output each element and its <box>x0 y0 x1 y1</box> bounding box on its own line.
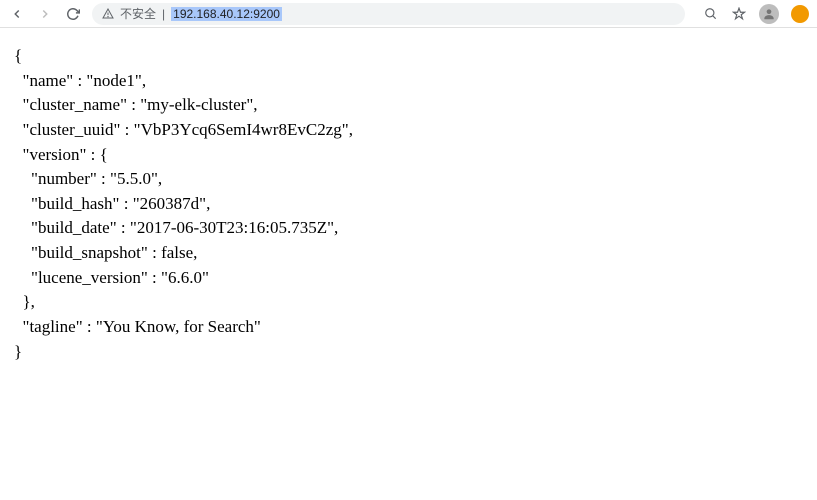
bookmark-icon[interactable] <box>731 6 747 22</box>
browser-toolbar: 不安全 | 192.168.40.12:9200 <box>0 0 817 28</box>
json-version-number: 5.5.0 <box>117 169 151 188</box>
json-build-hash: 260387d <box>140 194 200 213</box>
forward-button[interactable] <box>36 5 54 23</box>
url-text: 192.168.40.12:9200 <box>171 7 282 21</box>
json-name: node1 <box>93 71 135 90</box>
not-secure-label: 不安全 <box>120 5 156 22</box>
json-build-snapshot: false <box>161 243 193 262</box>
warning-icon <box>102 8 114 20</box>
json-tagline: You Know, for Search <box>103 317 254 336</box>
json-cluster-name: my-elk-cluster <box>147 95 246 114</box>
address-bar[interactable]: 不安全 | 192.168.40.12:9200 <box>92 3 685 25</box>
json-lucene-version: 6.6.0 <box>168 268 202 287</box>
zoom-icon[interactable] <box>703 6 719 22</box>
notification-badge[interactable] <box>791 5 809 23</box>
separator: | <box>162 7 165 21</box>
json-cluster-uuid: VbP3Ycq6SemI4wr8EvC2zg <box>141 120 342 139</box>
reload-button[interactable] <box>64 5 82 23</box>
json-build-date: 2017-06-30T23:16:05.735Z <box>137 218 327 237</box>
response-body: { "name" : "node1", "cluster_name" : "my… <box>0 28 817 380</box>
back-button[interactable] <box>8 5 26 23</box>
profile-avatar[interactable] <box>759 4 779 24</box>
toolbar-right <box>703 4 809 24</box>
